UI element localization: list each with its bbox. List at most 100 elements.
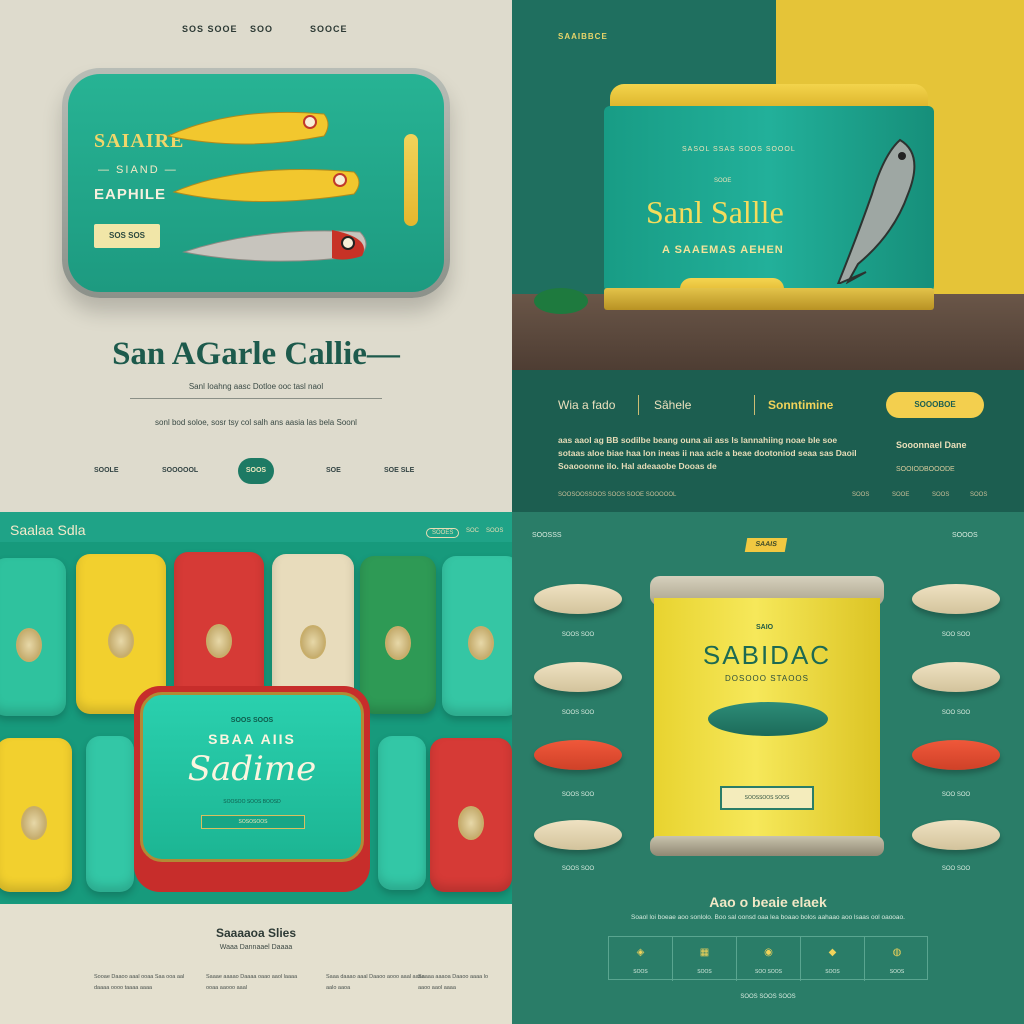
panel-can-product: SOOSSS SAAIS SOOOS SOOS SOO SOOS SOO SOO… <box>512 512 1024 1024</box>
gallery-tin[interactable] <box>86 736 134 892</box>
fish-fillet-red[interactable] <box>912 740 1000 770</box>
fish-fillet[interactable] <box>912 584 1000 614</box>
gallery-tin[interactable] <box>442 556 512 716</box>
gallery-tin[interactable] <box>360 556 436 714</box>
nav-item[interactable]: SOOOOOL <box>162 467 198 474</box>
nav-pill[interactable]: SOOES <box>426 528 460 538</box>
feature-item[interactable]: ◆ SOOS <box>801 937 865 981</box>
tin-tag[interactable]: SOS SOS <box>94 224 160 248</box>
fish-label: SOO SOO <box>941 792 971 798</box>
fish-fillet[interactable] <box>534 584 622 614</box>
bottom-nav: SOOLE SOOOOOL SOOS SOE SOE SLE <box>0 458 512 484</box>
fish-illustration <box>166 111 367 262</box>
fish-label: SOOS SOO <box>561 710 595 716</box>
footer-link[interactable]: SOOSOOSSOOS SOOS SOOE SOOOOOL <box>558 492 676 498</box>
feature-icon: ◉ <box>764 947 773 958</box>
divider <box>130 398 382 399</box>
info-band: Wia a fado Sâhele Sonntimine SOOOBOE aas… <box>512 370 1024 512</box>
fish-label: SOO SOO <box>941 632 971 638</box>
nav-left[interactable]: SOS SOOE <box>182 24 238 34</box>
page-title: San AGarle Callie— <box>112 336 400 372</box>
side-sub[interactable]: SOOIODBOOODE <box>896 466 955 473</box>
feature-item[interactable]: ◈ SOOS <box>609 937 673 981</box>
text-column: Sooae Daaoo aaal ooaa Saa ooa aal daaaa … <box>94 974 185 991</box>
can-small-text: SAIO <box>756 624 774 631</box>
feature-icon: ▦ <box>699 947 710 958</box>
gallery-tin[interactable] <box>0 558 66 716</box>
footer-link[interactable]: SOOE <box>892 492 909 498</box>
fish-fillet[interactable] <box>912 820 1000 850</box>
sardine-tin: SAIAIRE — SIAND — EAPHILE SOS SOS <box>62 68 450 298</box>
footer-icon[interactable]: SOOS <box>852 492 869 498</box>
feature-item[interactable]: ▦ SOOS <box>673 937 737 981</box>
feature-icon: ◍ <box>892 947 902 958</box>
footer-links[interactable]: SOOS SOOS SOOS <box>512 994 1024 1000</box>
open-tin[interactable]: SOOS SOOS SBAA AIIS Sadime SOOSOO SOOS B… <box>134 686 370 892</box>
fish-fillet-red[interactable] <box>534 740 622 770</box>
footer-link[interactable]: SOOS <box>970 492 987 498</box>
panel-tin-landing: SOS SOOE SOO SOOCE SAIAIRE — SIAND — EAP… <box>0 0 512 512</box>
top-left-link[interactable]: SOOSSS <box>532 532 562 539</box>
nav-item[interactable]: SOC <box>466 528 479 534</box>
tin-body: SASOL SSAS SOOS SOOOL SOOE Sanl Sallle A… <box>604 106 934 300</box>
nav-item[interactable]: SOE <box>326 467 341 474</box>
sardine-icon <box>836 138 916 284</box>
feature-icon: ◆ <box>828 947 837 958</box>
fish-icon <box>708 702 828 736</box>
nav-item-active[interactable]: Sonntimine <box>768 398 833 412</box>
nav-separator <box>638 395 639 415</box>
side-title[interactable]: Sooonnael Dane <box>896 440 967 450</box>
top-label[interactable]: SAAIBBCE <box>558 32 608 41</box>
feature-label: SOOS <box>633 969 648 975</box>
nav-right[interactable]: SOOCE <box>310 24 348 34</box>
feature-label: SOOS <box>889 969 905 975</box>
feature-item[interactable]: ◉ SOO SOOS <box>737 937 801 981</box>
text-column: Saaae aaaao Daaaa oaao aaol laaaa ooaa a… <box>206 974 298 991</box>
nav-item[interactable]: SOE SLE <box>384 467 414 474</box>
feature-label: SOO SOOS <box>755 969 782 975</box>
feature-label: SOOS <box>697 969 712 975</box>
tin-badge <box>108 624 134 659</box>
sardine-can[interactable]: SAIO SABIDAC DOSOOO STAOOS SOOSSOOS SOOS <box>650 576 884 870</box>
fish-label: SOOS SOO <box>561 866 595 872</box>
tin-script-title: Sadime <box>187 749 317 789</box>
text-column: Saaa daaao aaal Daaoo aooo aaal aaaa aal… <box>326 974 425 991</box>
gallery-tin[interactable] <box>378 736 426 890</box>
fish-fillet[interactable] <box>534 662 622 692</box>
tin-small-text: SASOL SSAS SOOS SOOOL <box>682 146 796 153</box>
feature-item[interactable]: ◍ SOOS <box>865 937 929 981</box>
top-right-link[interactable]: SOOOS <box>952 532 978 539</box>
section-sub: Waaa Dannaael Daaaa <box>219 944 293 951</box>
tin-tiny-text: SOOSOO SOOS BOOSD <box>223 799 281 805</box>
fish-2-eye <box>333 173 347 187</box>
nav-center[interactable]: SOO <box>250 24 273 34</box>
nav-item[interactable]: SOOLE <box>94 467 119 474</box>
panel-tin-product: SAAIBBCE SASOL SSAS SOOS SOOOL SOOE Sanl… <box>512 0 1024 512</box>
nav-item[interactable]: Wia a fado <box>558 398 615 412</box>
tin-mid-text: SBAA AIIS <box>208 731 296 747</box>
product-tin: SASOL SSAS SOOS SOOOL SOOE Sanl Sallle A… <box>604 84 934 320</box>
gallery-tin[interactable] <box>0 738 72 892</box>
nav-pill-button[interactable]: SOOS <box>238 458 274 484</box>
fish-fillet[interactable] <box>912 662 1000 692</box>
tin-brand: Sanl Sallle <box>646 194 784 230</box>
text-column: Saaaa aaaoa Daaoo aaaa lo aaoo aaol aaaa <box>418 974 489 991</box>
tin-sub: A SAAEMAS AEHEN <box>662 244 784 256</box>
tin-tiny-text: SOOE <box>714 178 732 184</box>
tin-badge <box>458 805 484 840</box>
tin-ribbon: SOSOSOOS <box>201 815 305 829</box>
nav-item[interactable]: Sâhele <box>654 398 691 412</box>
section-heading: Aao o beaie elaek <box>709 894 827 910</box>
feature-icon: ◈ <box>636 947 645 958</box>
fish-fillet[interactable] <box>534 820 622 850</box>
feature-icons: ◈ SOOS ▦ SOOS ◉ SOO SOOS ◆ SOOS ◍ SOOS <box>608 936 929 981</box>
collection-title: Saalaa Sdla <box>10 522 86 538</box>
logo-badge[interactable]: SAAIS <box>744 538 788 552</box>
fish-2 <box>172 169 360 202</box>
panel-tin-collection: Saalaa Sdla SOOES SOC SOOS SOOS SOOS SBA… <box>0 512 512 1024</box>
footer-link[interactable]: SOOS <box>932 492 949 498</box>
gallery-tin[interactable] <box>430 738 512 892</box>
cta-button[interactable]: SOOOBOE <box>886 392 984 418</box>
nav-separator <box>754 395 755 415</box>
nav-item[interactable]: SOOS <box>486 528 503 534</box>
